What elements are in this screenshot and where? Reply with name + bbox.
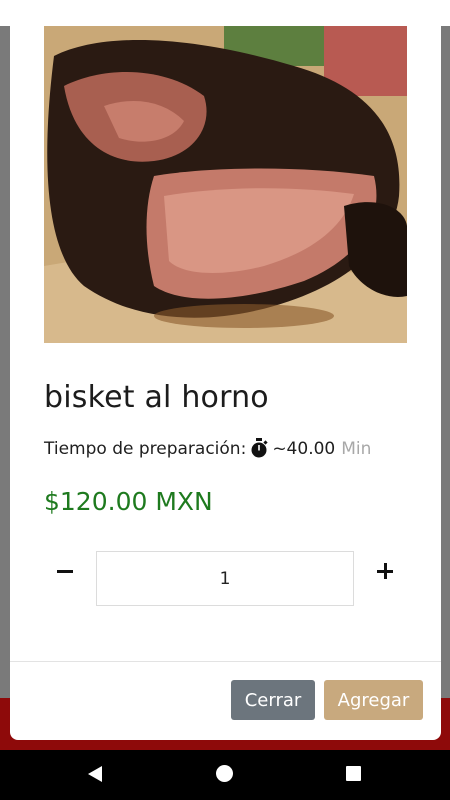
quantity-input[interactable] <box>96 551 354 606</box>
prep-time-unit: Min <box>341 439 372 459</box>
recents-icon[interactable] <box>346 766 361 781</box>
add-to-cart-button[interactable]: Agregar <box>324 680 423 720</box>
plus-icon-vertical <box>383 563 387 579</box>
increase-quantity-button[interactable] <box>360 548 410 594</box>
prep-time-row: Tiempo de preparación: ~40.00 Min <box>44 438 372 459</box>
home-icon[interactable] <box>216 765 233 782</box>
modal-footer-divider <box>10 661 441 662</box>
product-image <box>44 26 407 343</box>
brisket-photo <box>44 26 407 343</box>
product-price: $120.00 MXN <box>44 487 213 516</box>
product-name: bisket al horno <box>44 380 269 415</box>
product-modal: bisket al horno Tiempo de preparación: ~… <box>10 0 441 740</box>
stopwatch-icon <box>250 438 268 458</box>
minus-icon <box>57 569 73 573</box>
prep-time-label: Tiempo de preparación: <box>44 439 247 459</box>
decrease-quantity-button[interactable] <box>40 548 90 594</box>
close-button[interactable]: Cerrar <box>231 680 315 720</box>
prep-time-value: ~40.00 <box>272 439 336 459</box>
back-icon[interactable] <box>86 765 104 783</box>
